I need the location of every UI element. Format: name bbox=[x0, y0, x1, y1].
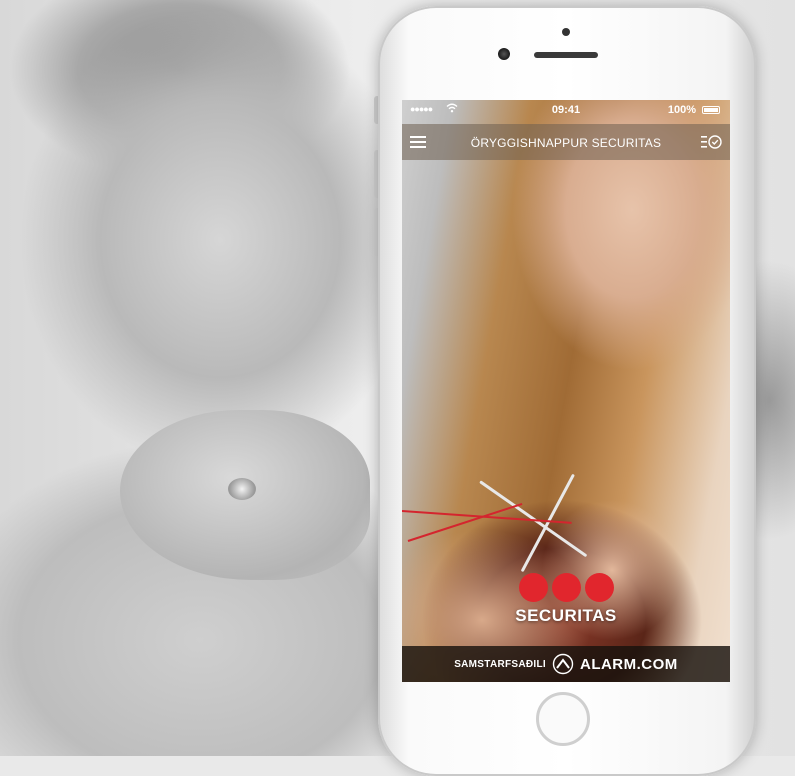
brand-name: SECURITAS bbox=[515, 606, 617, 625]
home-button[interactable] bbox=[536, 692, 590, 746]
logo-dots bbox=[402, 573, 730, 602]
partner-brand: ALARM.COM bbox=[579, 655, 678, 673]
logo-dot bbox=[584, 573, 614, 602]
partner-footer: SAMSTARFSAÐILI ALARM.COM bbox=[402, 646, 730, 682]
securitas-logo: SECURITAS bbox=[402, 573, 730, 626]
background-ring bbox=[228, 478, 256, 500]
battery-percentage: 100% bbox=[667, 104, 696, 116]
logo-dot bbox=[518, 573, 548, 602]
alarm-com-logo-icon bbox=[552, 653, 574, 675]
phone-camera bbox=[498, 48, 510, 60]
battery-icon bbox=[702, 106, 720, 114]
checklist-icon[interactable] bbox=[700, 134, 722, 150]
app-nav-bar: ÖRYGGISHNAPPUR SECURITAS bbox=[402, 124, 730, 160]
status-bar: ●●●●● 09:41 100% bbox=[402, 100, 730, 120]
logo-dot bbox=[551, 573, 581, 602]
app-title: ÖRYGGISHNAPPUR SECURITAS bbox=[470, 136, 662, 150]
app-screen: ●●●●● 09:41 100% ÖRYGGISHNAPPUR SECURITA… bbox=[402, 100, 730, 682]
phone-sensor bbox=[562, 28, 570, 36]
partner-label: SAMSTARFSAÐILI bbox=[454, 658, 546, 670]
phone-frame: ●●●●● 09:41 100% ÖRYGGISHNAPPUR SECURITA… bbox=[378, 6, 756, 776]
phone-speaker bbox=[534, 52, 598, 58]
